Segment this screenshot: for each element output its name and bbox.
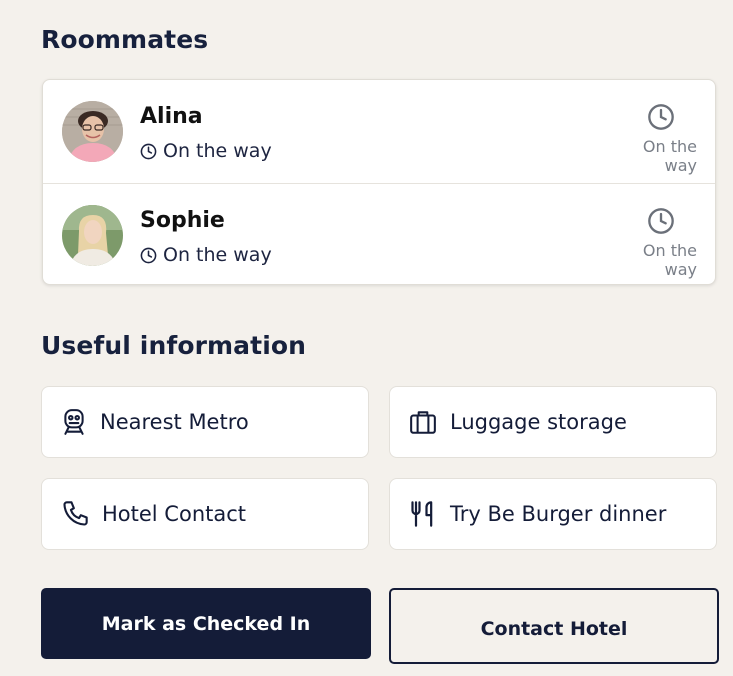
hotel-contact-label: Hotel Contact (102, 502, 247, 526)
clock-icon (140, 247, 157, 263)
roommate-row-alina[interactable]: Alina On the way On the way (43, 80, 715, 183)
clock-icon (648, 208, 674, 234)
luggage-storage-label: Luggage storage (450, 410, 627, 434)
phone-icon (63, 501, 88, 526)
roommate-side-status-label: On the way (642, 241, 697, 279)
roommate-name: Sophie (140, 208, 225, 233)
fork-knife-icon (411, 501, 433, 527)
roommate-side-status: On the way (607, 103, 697, 175)
avatar-sophie (62, 205, 123, 266)
page: Roommates Alina On the way On the way So… (0, 0, 733, 676)
hotel-contact-card[interactable]: Hotel Contact (41, 478, 369, 550)
clock-icon (648, 104, 674, 130)
clock-icon (140, 143, 157, 159)
roommate-status: On the way (140, 140, 272, 162)
roommate-row-sophie[interactable]: Sophie On the way On the way (43, 183, 715, 284)
avatar-alina (62, 101, 123, 162)
useful-information-heading: Useful information (41, 331, 307, 360)
roommate-status-label: On the way (163, 244, 272, 266)
mark-checked-in-button[interactable]: Mark as Checked In (41, 588, 371, 659)
luggage-storage-card[interactable]: Luggage storage (389, 386, 717, 458)
roommates-card: Alina On the way On the way Sophie On th… (42, 79, 716, 285)
roommate-side-status: On the way (607, 207, 697, 279)
burger-dinner-label: Try Be Burger dinner (450, 502, 667, 526)
metro-icon (64, 409, 84, 435)
nearest-metro-label: Nearest Metro (100, 410, 249, 434)
nearest-metro-card[interactable]: Nearest Metro (41, 386, 369, 458)
roommate-status: On the way (140, 244, 272, 266)
roommates-heading: Roommates (41, 25, 209, 54)
contact-hotel-button[interactable]: Contact Hotel (389, 588, 719, 664)
roommate-name: Alina (140, 104, 203, 129)
burger-dinner-card[interactable]: Try Be Burger dinner (389, 478, 717, 550)
roommate-status-label: On the way (163, 140, 272, 162)
roommate-side-status-label: On the way (642, 137, 697, 175)
luggage-icon (410, 411, 436, 434)
